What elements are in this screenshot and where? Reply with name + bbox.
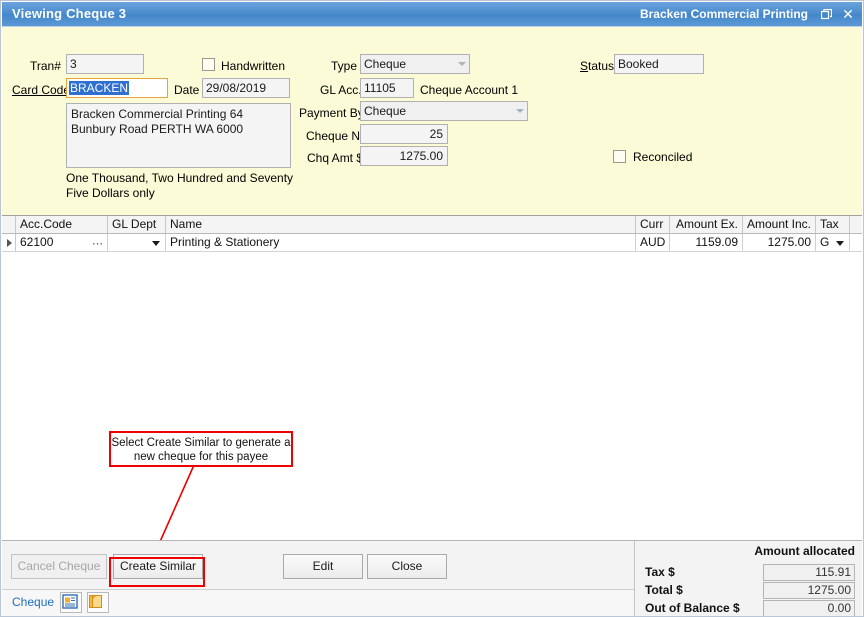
cell-tax-value: G [820, 235, 829, 249]
chevron-down-icon[interactable] [836, 241, 844, 246]
total-value-total: 1275.00 [763, 582, 855, 599]
card-code-value: BRACKEN [69, 81, 129, 95]
chevron-down-icon [516, 109, 524, 113]
col-header-amount-ex[interactable]: Amount Ex. [670, 216, 743, 233]
card-code-label: Card Code [12, 83, 70, 97]
date-label: Date [174, 83, 199, 97]
gl-acc-field[interactable]: 11105 [360, 78, 414, 98]
lookup-ellipsis-icon[interactable]: ⋯ [92, 236, 104, 251]
chevron-down-icon [458, 62, 466, 66]
col-header-gl-dept[interactable]: GL Dept [108, 216, 166, 233]
status-label: Status [580, 59, 614, 73]
chq-amt-field[interactable]: 1275.00 [360, 146, 448, 166]
copy-stack-icon[interactable] [87, 592, 109, 613]
grid-header-corner [2, 216, 16, 233]
col-header-acc-code[interactable]: Acc.Code [16, 216, 108, 233]
bottom-panel: Cancel Cheque Create Similar Edit Close … [2, 540, 862, 616]
cell-tax[interactable]: G [816, 234, 850, 251]
button-row: Cancel Cheque Create Similar Edit Close [2, 541, 634, 590]
total-value-out-of-balance: 0.00 [763, 600, 855, 617]
window-titlebar: Viewing Cheque 3 Bracken Commercial Prin… [2, 2, 862, 27]
col-header-name[interactable]: Name [166, 216, 636, 233]
reconciled-label: Reconciled [633, 150, 692, 164]
grid-header-row: Acc.Code GL Dept Name Curr Amount Ex. Am… [2, 216, 862, 234]
edit-button[interactable]: Edit [283, 554, 363, 579]
type-value: Cheque [364, 57, 406, 71]
col-header-curr[interactable]: Curr [636, 216, 670, 233]
cell-gl-dept[interactable] [108, 234, 166, 251]
status-bar: Cheque [2, 590, 634, 616]
close-icon[interactable]: ✕ [839, 6, 857, 23]
cell-name[interactable]: Printing & Stationery [166, 234, 636, 251]
total-label-tax: Tax $ [645, 565, 675, 579]
lines-grid: Acc.Code GL Dept Name Curr Amount Ex. Am… [2, 215, 862, 540]
col-header-amount-inc[interactable]: Amount Inc. [743, 216, 816, 233]
gl-acc-name: Cheque Account 1 [420, 83, 518, 97]
tran-label: Tran# [30, 59, 61, 73]
type-label: Type [331, 59, 357, 73]
type-select[interactable]: Cheque [360, 54, 470, 74]
annotation-callout: Select Create Similar to generate a new … [109, 431, 293, 467]
cell-curr[interactable]: AUD [636, 234, 670, 251]
create-similar-button[interactable]: Create Similar [113, 554, 203, 579]
totals-panel: Amount allocated Tax $ 115.91 Total $ 12… [634, 541, 862, 617]
cheque-header-panel: Tran# 3 Handwritten Type Cheque Status B… [2, 27, 862, 215]
tab-cheque[interactable]: Cheque [12, 595, 54, 609]
payment-by-select[interactable]: Cheque [360, 101, 528, 121]
cheque-no-field[interactable]: 25 [360, 124, 448, 144]
col-header-tax[interactable]: Tax [816, 216, 850, 233]
cell-amount-ex[interactable]: 1159.09 [670, 234, 743, 251]
payment-by-value: Cheque [364, 104, 406, 118]
amount-in-words: One Thousand, Two Hundred and Seventy Fi… [66, 171, 366, 201]
handwritten-label: Handwritten [221, 59, 285, 73]
total-value-tax: 115.91 [763, 564, 855, 581]
payee-address-box: Bracken Commercial Printing 64 Bunbury R… [66, 103, 291, 168]
cell-acc-code-value: 62100 [20, 235, 53, 249]
cell-amount-inc[interactable]: 1275.00 [743, 234, 816, 251]
chevron-down-icon[interactable] [152, 241, 160, 246]
row-indicator [2, 234, 16, 251]
total-label-out-of-balance: Out of Balance $ [645, 601, 740, 615]
cheque-no-label: Cheque No [306, 129, 367, 143]
window-title: Viewing Cheque 3 [12, 6, 126, 21]
chq-amt-label: Chq Amt $ [307, 151, 363, 165]
document-icon[interactable] [60, 592, 82, 613]
date-field[interactable]: 29/08/2019 [202, 78, 290, 98]
cheque-window: Viewing Cheque 3 Bracken Commercial Prin… [0, 0, 864, 617]
card-code-field[interactable]: BRACKEN [66, 78, 168, 98]
table-row[interactable]: 62100 ⋯ Printing & Stationery AUD 1159.0… [2, 234, 862, 252]
reconciled-checkbox[interactable] [613, 150, 626, 163]
totals-heading: Amount allocated [754, 544, 855, 558]
payment-by-label: Payment By [299, 106, 364, 120]
total-label-total: Total $ [645, 583, 683, 597]
cell-acc-code[interactable]: 62100 ⋯ [16, 234, 108, 251]
status-field: Booked [614, 54, 704, 74]
window-company-title: Bracken Commercial Printing [640, 7, 808, 21]
cancel-cheque-button[interactable]: Cancel Cheque [11, 554, 107, 579]
tran-field[interactable]: 3 [66, 54, 144, 74]
restore-icon[interactable] [817, 6, 835, 23]
handwritten-checkbox[interactable] [202, 58, 215, 71]
close-button[interactable]: Close [367, 554, 447, 579]
gl-acc-label: GL Acc. [320, 83, 362, 97]
